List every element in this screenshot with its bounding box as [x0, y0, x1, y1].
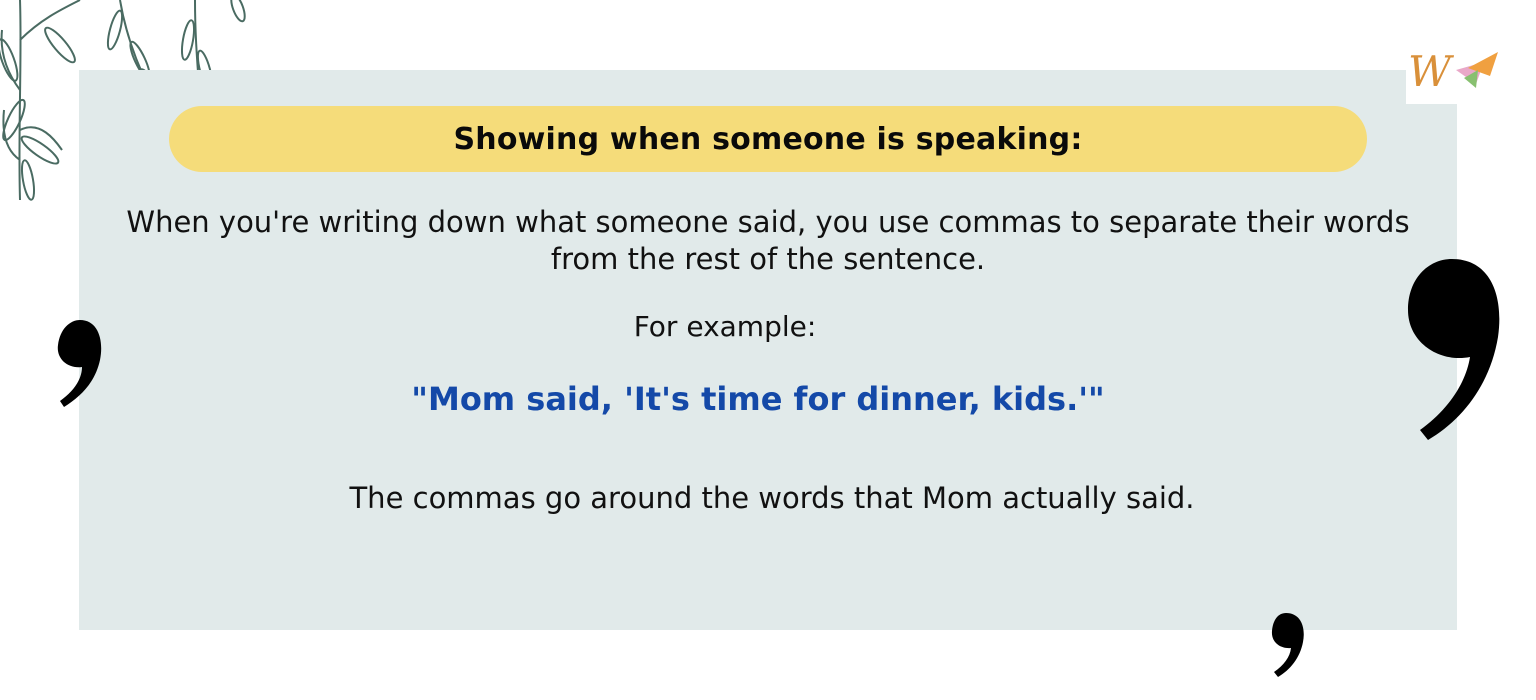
comma-icon — [57, 320, 102, 407]
intro-paragraph: When you're writing down what someone sa… — [126, 205, 1410, 276]
comma-icon — [1271, 613, 1304, 677]
svg-text:W: W — [1408, 47, 1455, 96]
example-label: For example: — [633, 310, 817, 343]
brand-logo: W — [1406, 40, 1506, 104]
explanation-text: The commas go around the words that Mom … — [349, 481, 1195, 515]
example-quote: "Mom said, 'It's time for dinner, kids.'… — [411, 380, 1105, 418]
brand-logo-icon: W — [1408, 47, 1498, 96]
comma-icon — [1408, 259, 1500, 440]
heading-banner: Showing when someone is speaking: — [169, 106, 1367, 172]
page-title: Showing when someone is speaking: — [453, 121, 1083, 157]
